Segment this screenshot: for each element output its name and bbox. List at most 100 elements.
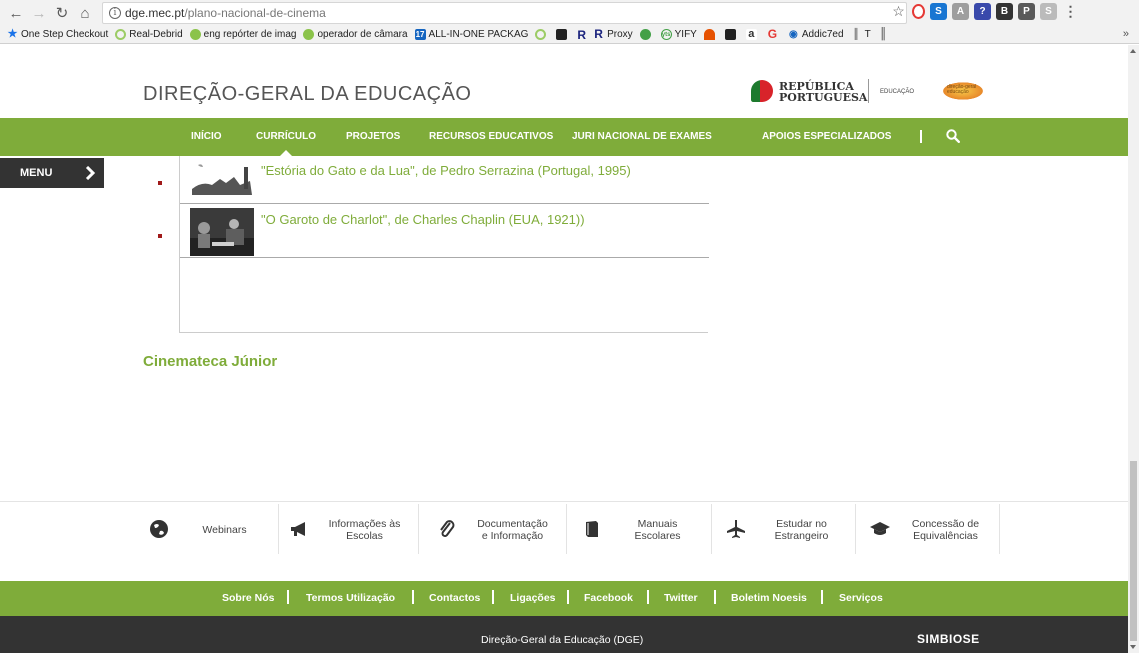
airplane-icon — [727, 520, 745, 538]
footer-bottom: Direção-Geral da Educação (DGE) SIMBIOSE — [0, 616, 1128, 653]
list-item[interactable]: "Estória do Gato e da Lua", de Pedro Ser… — [180, 156, 709, 204]
section-title[interactable]: Cinemateca Júnior — [143, 353, 277, 370]
bookmark-item[interactable]: eng repórter de imag — [189, 29, 296, 40]
site-logo[interactable]: DIREÇÃO-GERAL DA EDUCAÇÃO — [143, 83, 472, 106]
extension-translate-icon[interactable]: A — [952, 3, 969, 20]
magnet-icon — [703, 29, 715, 40]
info-icon[interactable]: i — [109, 7, 121, 19]
footer-org-name: Direção-Geral da Educação (DGE) — [481, 634, 644, 646]
bookmarks-more-button[interactable]: » — [1123, 28, 1129, 40]
reload-icon[interactable]: ↻ — [52, 3, 72, 23]
footer-link-contactos[interactable]: Contactos — [429, 592, 480, 604]
dge-logo-text: direção-geral educação — [947, 84, 977, 95]
address-bar[interactable]: i dge.mec.pt/plano-nacional-de-cinema — [102, 2, 907, 24]
quick-link-estudar[interactable]: Estudar no Estrangeiro — [716, 504, 856, 554]
bookmark-item[interactable]: operador de câmara — [303, 29, 408, 40]
browser-toolbar: ← → ↻ ⌂ i dge.mec.pt/plano-nacional-de-c… — [0, 0, 1139, 26]
simbiose-logo[interactable]: SIMBIOSE — [917, 632, 980, 646]
star-bookmark-icon[interactable]: ☆ — [890, 3, 907, 20]
nav-divider — [920, 130, 922, 143]
globe-icon — [189, 29, 201, 40]
footer-divider — [647, 590, 649, 604]
film-thumbnail[interactable] — [190, 208, 254, 256]
site-header: DIREÇÃO-GERAL DA EDUCAÇÃO REPÚBLICA PORT… — [0, 45, 1128, 118]
bullet-marker — [158, 234, 162, 238]
scroll-up-icon[interactable] — [1130, 49, 1136, 53]
bookmark-item[interactable]: yts YIFY — [660, 29, 697, 40]
extension-s-icon[interactable]: S — [930, 3, 947, 20]
bookmark-item[interactable]: R — [577, 28, 586, 42]
footer-link-boletim-noesis[interactable]: Boletim Noesis — [731, 592, 807, 604]
header-divider — [868, 79, 869, 103]
bookmark-item[interactable]: Real-Debrid — [115, 29, 183, 40]
nav-recursos-educativos[interactable]: RECURSOS EDUCATIVOS — [429, 131, 553, 142]
bookmark-item[interactable]: G — [767, 28, 781, 40]
menu-button[interactable]: MENU — [0, 158, 104, 188]
footer-link-servicos[interactable]: Serviços — [839, 592, 883, 604]
main-nav: INÍCIO CURRÍCULO PROJETOS RECURSOS EDUCA… — [0, 118, 1128, 156]
quick-link-label: Informações às Escolas — [328, 518, 401, 542]
quick-link-manuais[interactable]: Manuais Escolares — [572, 504, 712, 554]
list-item[interactable]: "O Garoto de Charlot", de Charles Chapli… — [180, 204, 709, 258]
footer-link-facebook[interactable]: Facebook — [584, 592, 633, 604]
republica-portuguesa-label[interactable]: REPÚBLICA PORTUGUESA — [779, 81, 867, 103]
yify-icon: yts — [660, 29, 672, 40]
footer-divider — [567, 590, 569, 604]
nav-curriculo[interactable]: CURRÍCULO — [256, 131, 316, 156]
bookmark-item[interactable]: ║ T — [851, 29, 871, 40]
chevron-right-icon — [85, 166, 96, 180]
page-scrollbar[interactable] — [1128, 45, 1139, 653]
url-domain: dge.mec.pt — [125, 6, 185, 20]
scroll-down-icon[interactable] — [1130, 645, 1136, 649]
bookmark-item[interactable]: ◉ Addic7ed — [788, 29, 844, 40]
scroll-thumb[interactable] — [1130, 461, 1137, 641]
extension-puzzle-icon[interactable]: ? — [974, 3, 991, 20]
extension-blackberry-icon[interactable]: B — [996, 3, 1013, 20]
forward-arrow-icon[interactable]: → — [29, 3, 49, 23]
bookmark-item[interactable]: a — [745, 29, 760, 40]
bookmark-item[interactable]: 17 ALL-IN-ONE PACKAG — [414, 29, 528, 40]
nav-juri-nacional[interactable]: JURI NACIONAL DE EXAMES — [572, 131, 712, 142]
film-title-link[interactable]: "Estória do Gato e da Lua", de Pedro Ser… — [261, 163, 631, 178]
extensions-row: ☆ S A ? B P S ⋮ — [890, 3, 1079, 20]
ministry-label: EDUCAÇÃO — [880, 89, 915, 95]
opera-icon[interactable] — [912, 4, 925, 19]
footer-link-termos[interactable]: Termos Utilização — [306, 592, 395, 604]
bookmark-item[interactable] — [535, 29, 549, 40]
bookmark-item[interactable] — [703, 29, 718, 40]
footer-link-ligacoes[interactable]: Ligações — [510, 592, 556, 604]
bookmark-item[interactable] — [556, 29, 570, 40]
book-icon — [586, 521, 598, 537]
extension-skype-icon[interactable]: S — [1040, 3, 1057, 20]
home-icon[interactable]: ⌂ — [75, 3, 95, 23]
footer-links: Sobre Nós Termos Utilização Contactos Li… — [0, 581, 1128, 616]
back-arrow-icon[interactable]: ← — [6, 3, 26, 23]
quick-link-documentacao[interactable]: Documentação e Informação — [427, 504, 567, 554]
menu-label: MENU — [20, 167, 53, 179]
quick-link-concessao[interactable]: Concessão de Equivalências — [860, 504, 1000, 554]
kebab-menu-icon[interactable]: ⋮ — [1062, 3, 1079, 20]
film-title-link[interactable]: "O Garoto de Charlot", de Charles Chapli… — [261, 212, 585, 227]
film-thumbnail[interactable] — [190, 159, 254, 197]
extension-p-icon[interactable]: P — [1018, 3, 1035, 20]
footer-link-sobre-nos[interactable]: Sobre Nós — [222, 592, 275, 604]
bookmark-item[interactable] — [724, 29, 739, 40]
search-icon[interactable] — [946, 129, 960, 143]
quick-link-label: Webinars — [202, 524, 247, 536]
bookmark-item[interactable]: ║ — [878, 29, 892, 40]
books-icon: ║ — [852, 29, 860, 40]
quick-link-webinars[interactable]: Webinars — [139, 504, 279, 554]
quick-link-label: Manuais Escolares — [634, 518, 681, 542]
quick-link-label: Documentação e Informação — [477, 518, 548, 542]
nav-apoios-especializados[interactable]: APOIOS ESPECIALIZADOS — [762, 131, 891, 142]
bookmark-item[interactable]: ★ One Step Checkout — [7, 29, 109, 41]
bookmark-item[interactable]: R Proxy — [593, 28, 632, 40]
footer-link-twitter[interactable]: Twitter — [664, 592, 698, 604]
nav-inicio[interactable]: INÍCIO — [191, 131, 222, 142]
quick-link-informacoes[interactable]: Informações às Escolas — [279, 504, 419, 554]
quick-links-bar: Webinars Informações às Escolas Document… — [0, 501, 1128, 581]
footer-divider — [492, 590, 494, 604]
nav-projetos[interactable]: PROJETOS — [346, 131, 400, 142]
bookmark-item[interactable] — [639, 29, 654, 40]
bullet-marker — [158, 181, 162, 185]
